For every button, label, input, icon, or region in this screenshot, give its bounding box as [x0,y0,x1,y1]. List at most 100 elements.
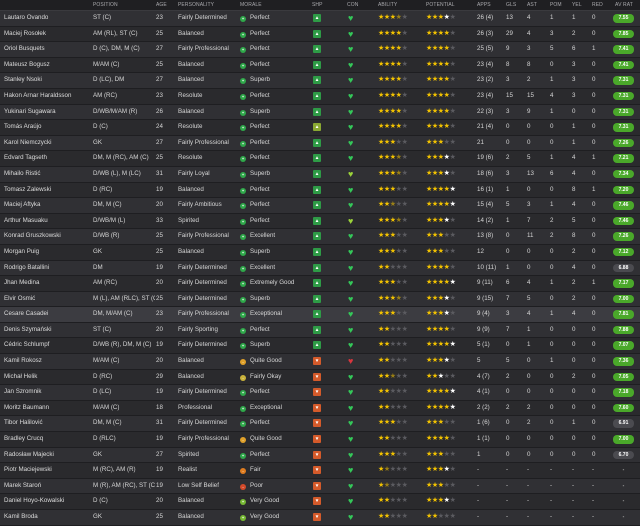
player-row[interactable]: Lautaro Ovando ST (C) 23 Fairly Determined +… [0,11,640,27]
player-assists: 1 [527,341,531,349]
player-row[interactable]: Arthur Masuaku D/WB/M (L) 33 Spirited + Perfe… [0,213,640,230]
player-goals: 13 [506,14,513,21]
player-morale: + Perfect [240,416,308,431]
sharpness-icon: ▾ [313,450,321,459]
col-personality-header[interactable]: PERSONALITY [178,1,214,9]
player-position: D/WB/M (L) [93,216,126,224]
player-row[interactable]: Stanley Nsoki D (LC), DM 27 Balanced + Superb… [0,73,640,89]
player-row[interactable]: Piotr Maciejewski M (RC), AM (R) 19 Realist… [0,463,640,479]
player-yellow-cards: 0 [572,325,576,333]
player-row[interactable]: Maciej Rosołek AM (RL), ST (C) 25 Balanced +… [0,26,640,43]
col-avrat-header[interactable]: AV RAT [615,1,633,9]
player-row[interactable]: Bradley Crucq D (RLC) 19 Fairly Professiona… [0,432,640,448]
morale-icon: + [240,421,246,428]
player-morale: - Poor [240,479,308,494]
player-row[interactable]: Radosław Majecki GK 27 Spirited + Perfect ▾ ♥ ★★… [0,447,640,464]
player-row[interactable]: Konrad Gruszkowski D/WB (R) 25 Fairly Profe… [0,229,640,245]
player-row[interactable]: Elvir Osmić M (L), AM (RLC), ST (C) 25 Fair… [0,291,640,308]
player-goals: 29 [506,29,513,37]
player-row[interactable]: Cédric Schlumpf D/WB (R), DM, M (C) 19 Fair… [0,338,640,355]
player-row[interactable]: Denis Szymański ST (C) 20 Fairly Sporting + P… [0,322,640,339]
player-row[interactable]: Tibor Halilović DM, M (C) 31 Fairly Determi… [0,416,640,433]
player-age: 29 [156,372,163,380]
player-apps: 18 (6) [477,169,494,177]
morale-icon: + [240,78,246,85]
player-row[interactable]: Rodrigo Batallini DM 19 Fairly Determined + E… [0,260,640,277]
player-pom: 0 [550,325,554,333]
col-ast-header[interactable]: AST [527,1,537,9]
player-row[interactable]: Mateusz Bogusz M/AM (C) 25 Balanced + Perfect… [0,57,640,74]
player-row[interactable]: Marek Staroń M (R), AM (RC), ST (C) 19 Low … [0,478,640,495]
player-row[interactable]: Tomás Araújo D (C) 24 Resolute + Perfect ▴ ♥ ★★★… [0,120,640,136]
player-age: 24 [156,123,163,131]
player-row[interactable]: Kamil Broda GK 25 Balanced + Very Good ▾ ♥ ★★★★★… [0,510,640,526]
player-morale: + Perfect [240,198,308,213]
player-row[interactable]: Mihailo Ristić D/WB (L), M (LC) 31 Fairly L… [0,166,640,183]
col-ability-header[interactable]: ABILITY [378,1,397,9]
morale-label: Superb [250,107,270,115]
star-empty-icon: ★ [449,45,456,53]
player-assists: 4 [527,279,531,287]
player-apps: 23 (2) [477,76,494,84]
player-personality: Balanced [178,497,204,505]
player-row[interactable]: Maciej Aftyka DM, M (C) 20 Fairly Ambitious… [0,198,640,214]
star-full-icon: ★ [389,294,396,302]
player-yellow-cards: 2 [572,372,576,380]
morale-label: Perfect [250,91,270,99]
col-pom-header[interactable]: POM [550,1,562,9]
player-personality: Resolute [178,91,203,99]
col-shp-header[interactable]: SHP [312,1,323,9]
player-row[interactable]: Edvard Tagseth DM, M (RC), AM (C) 25 Resolu… [0,151,640,167]
player-morale: + Perfect [240,89,308,104]
player-red-cards: 0 [592,29,596,37]
morale-icon: - [240,468,246,475]
player-row[interactable]: Michał Helik D (RC) 29 Balanced - Fairly Okay… [0,369,640,386]
player-row[interactable]: Cesare Casadei DM, M/AM (C) 23 Fairly Profe… [0,307,640,323]
condition-heart-icon: ♥ [348,13,354,23]
player-row[interactable]: Morgan Puig GK 25 Balanced + Superb ▴ ♥ ★★★★★ ★★★… [0,244,640,261]
col-age-header[interactable]: AGE [156,1,167,9]
player-apps: 10 (11) [477,263,497,271]
col-yel-header[interactable]: YEL [572,1,582,9]
player-red-cards: 0 [592,107,596,115]
player-row[interactable]: Oriol Busquets D (C), DM, M (C) 27 Fairly P… [0,42,640,58]
player-row[interactable]: Daniel Hoyo-Kowalski D (C) 20 Balanced + Very… [0,494,640,510]
player-age: 19 [156,263,163,271]
col-position-header[interactable]: POSITION [93,1,118,9]
col-potential-header[interactable]: POTENTIAL [426,1,455,9]
player-age: 19 [156,466,163,474]
player-assists: 0 [527,372,531,380]
player-yellow-cards: 4 [572,201,576,209]
morale-icon: - [240,374,246,381]
player-pom: 0 [550,372,554,380]
player-goals: 2 [506,154,510,162]
player-row[interactable]: Yukinari Sugawara D/WB/M/AM (R) 26 Balanced… [0,104,640,121]
player-row[interactable]: Tomasz Zalewski D (RC) 19 Balanced + Perfect ▴… [0,182,640,199]
star-empty-icon: ★ [401,403,408,411]
col-gls-header[interactable]: GLS [506,1,516,9]
player-row[interactable]: Kamil Rokosz M/AM (C) 20 Balanced - Quite Goo… [0,354,640,370]
player-yellow-cards: - [572,513,575,520]
condition-heart-icon: ♥ [348,59,354,70]
player-apps: 23 (4) [477,91,494,99]
player-row[interactable]: Jhan Medina AM (RC) 20 Fairly Determined + Ex… [0,276,640,292]
player-row[interactable]: Hakon Arnar Haraldsson AM (RC) 23 Resolute +… [0,88,640,105]
col-con-header[interactable]: CON [347,1,358,9]
player-personality: Fairly Determined [178,263,227,271]
star-empty-icon: ★ [449,481,456,489]
col-morale-header[interactable]: MORALE [240,1,262,9]
condition-heart-icon: ♥ [348,215,354,226]
player-row[interactable]: Karol Niemczycki GK 27 Fairly Professional +… [0,135,640,152]
player-assists: 0 [527,123,531,131]
star-half-icon: ★ [449,185,456,193]
player-row[interactable]: Jan Szromnik D (LC) 19 Fairly Determined + Pe… [0,385,640,401]
col-red-header[interactable]: RED [592,1,603,9]
morale-icon: + [240,249,246,256]
player-row[interactable]: Moritz Baumann M/AM (C) 18 Professional + Exc… [0,400,640,417]
star-empty-icon: ★ [401,341,408,349]
player-age: 27 [156,138,163,146]
sharpness-icon: ▾ [313,466,321,475]
condition-heart-icon: ♥ [348,200,354,211]
player-pom: 1 [550,76,554,84]
col-apps-header[interactable]: APPS [477,1,491,9]
